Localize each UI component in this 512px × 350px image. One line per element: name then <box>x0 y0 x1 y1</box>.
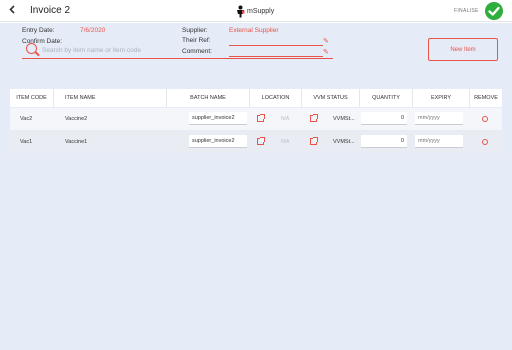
comment-underline <box>229 56 323 57</box>
column-header-expiry[interactable]: EXPIRY <box>413 89 470 107</box>
column-header-vvm-status[interactable]: VVM STATUS <box>302 89 360 107</box>
item-code-cell: Vac2 <box>20 116 33 122</box>
column-header-batch-name[interactable]: BATCH NAME <box>167 89 250 107</box>
item-code-cell: Vac1 <box>20 139 33 145</box>
table-row[interactable]: Vac2 Vaccine2 N/A VVMSt... <box>10 108 502 130</box>
external-link-icon[interactable] <box>257 137 265 145</box>
search-underline <box>22 58 333 59</box>
location-value: N/A <box>281 116 290 122</box>
app-logo: mSupply <box>236 4 274 18</box>
column-header-item-code[interactable]: ITEM CODE <box>10 89 54 107</box>
logo-text: mSupply <box>247 7 275 15</box>
top-bar: Invoice 2 mSupply FINALISE <box>0 0 512 22</box>
column-header-item-name[interactable]: ITEM NAME <box>54 89 167 107</box>
expiry-input[interactable] <box>415 135 463 148</box>
item-name-cell: Vaccine1 <box>65 139 88 145</box>
external-link-icon[interactable] <box>310 114 318 122</box>
vvm-status-value: VVMSt... <box>333 139 355 145</box>
check-circle-icon[interactable] <box>485 2 503 20</box>
quantity-input[interactable] <box>361 135 407 148</box>
new-item-button[interactable]: New Item <box>428 38 498 61</box>
search-icon <box>26 43 37 54</box>
vvm-status-value: VVMSt... <box>333 116 355 122</box>
column-header-remove[interactable]: REMOVE <box>470 89 502 107</box>
column-header-quantity[interactable]: QUANTITY <box>360 89 413 107</box>
page-title: Invoice 2 <box>30 5 71 16</box>
item-name-cell: Vaccine2 <box>65 116 88 122</box>
remove-circle-icon[interactable] <box>482 139 488 145</box>
chevron-left-icon[interactable] <box>9 5 15 17</box>
entry-date-label: Entry Date: <box>22 27 55 34</box>
remove-circle-icon[interactable] <box>482 116 488 122</box>
table-header: ITEM CODE ITEM NAME BATCH NAME LOCATION … <box>10 89 502 107</box>
batch-name-input[interactable] <box>189 135 247 148</box>
supplier-value[interactable]: External Supplier <box>229 27 279 34</box>
invoice-panel <box>0 23 512 350</box>
expiry-input[interactable] <box>415 112 463 125</box>
location-value: N/A <box>281 139 290 145</box>
msupply-logo-icon <box>236 5 245 18</box>
table-row[interactable]: Vac1 Vaccine1 N/A VVMSt... <box>10 131 502 153</box>
batch-name-input[interactable] <box>189 112 247 125</box>
external-link-icon[interactable] <box>310 137 318 145</box>
quantity-input[interactable] <box>361 112 407 125</box>
finalise-label: FINALISE <box>454 8 479 14</box>
external-link-icon[interactable] <box>257 114 265 122</box>
pencil-icon[interactable]: ✎ <box>323 37 329 45</box>
search-input[interactable] <box>42 45 332 56</box>
their-ref-label: Their Ref: <box>182 37 211 44</box>
entry-date-value: 7/6/2020 <box>80 27 106 34</box>
supplier-label: Supplier: <box>182 27 208 34</box>
column-header-location[interactable]: LOCATION <box>250 89 302 107</box>
